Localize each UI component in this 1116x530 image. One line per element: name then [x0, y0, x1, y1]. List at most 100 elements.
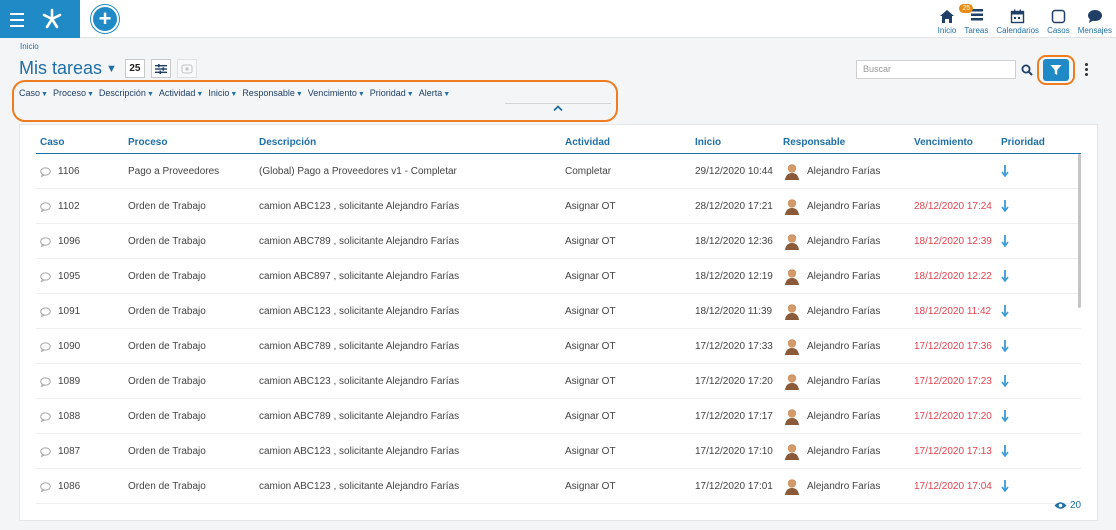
- comment-icon[interactable]: [40, 201, 51, 212]
- activity-cell: Completar: [565, 166, 612, 177]
- case-number: 1096: [58, 236, 81, 247]
- breadcrumb[interactable]: Inicio: [20, 42, 39, 51]
- due-cell: 17/12/2020 17:13: [914, 446, 992, 457]
- comment-icon[interactable]: [40, 411, 51, 422]
- filter-caso[interactable]: Caso▼: [19, 88, 48, 98]
- menu-icon[interactable]: [10, 9, 26, 29]
- filter-descripcion[interactable]: Descripción▼: [99, 88, 154, 98]
- responsible-cell: Alejandro Farías: [783, 372, 880, 390]
- settings-button[interactable]: [150, 59, 171, 78]
- filter-proceso[interactable]: Proceso▼: [53, 88, 94, 98]
- column-header-prioridad[interactable]: Prioridad: [1001, 137, 1045, 148]
- arrow-down-icon: [1001, 165, 1009, 178]
- start-cell: 17/12/2020 17:10: [695, 446, 773, 457]
- filter-bar-highlight: [12, 80, 618, 122]
- case-cell: 1096: [40, 236, 80, 247]
- chevron-down-icon: ▼: [406, 91, 414, 98]
- filter-label: Proceso: [52, 88, 86, 98]
- add-button[interactable]: +: [91, 5, 119, 33]
- table-row[interactable]: 1090 Orden de Trabajo camion ABC789 , so…: [36, 329, 1081, 364]
- case-cell: 1089: [40, 376, 80, 387]
- comment-icon[interactable]: [40, 236, 51, 247]
- bulk-action-button[interactable]: [176, 59, 197, 78]
- case-cell: 1086: [40, 481, 80, 492]
- filter-inicio[interactable]: Inicio▼: [208, 88, 237, 98]
- filter-prioridad[interactable]: Prioridad▼: [370, 88, 414, 98]
- nav-label: Tareas: [964, 26, 989, 35]
- responsible-cell: Alejandro Farías: [783, 197, 880, 215]
- arrow-down-icon: [1001, 200, 1009, 213]
- nav-mensajes[interactable]: Mensajes: [1074, 0, 1116, 36]
- case-number: 1087: [58, 446, 81, 457]
- filter-alerta[interactable]: Alerta▼: [419, 88, 450, 98]
- case-cell: 1087: [40, 446, 80, 457]
- filter-responsable[interactable]: Responsable▼: [242, 88, 302, 98]
- comment-icon[interactable]: [40, 481, 51, 492]
- filter-button[interactable]: [1043, 59, 1069, 81]
- responsible-name: Alejandro Farías: [807, 340, 881, 352]
- avatar: [785, 164, 799, 180]
- priority-cell: [1001, 374, 1009, 390]
- comment-icon[interactable]: [40, 376, 51, 387]
- start-cell: 18/12/2020 12:36: [695, 236, 773, 247]
- search-button[interactable]: [1017, 60, 1037, 79]
- comment-icon[interactable]: [40, 306, 51, 317]
- tasks-grid-panel: Caso Proceso Descripción Actividad Inici…: [19, 124, 1098, 521]
- priority-cell: [1001, 444, 1009, 460]
- chevron-up-icon[interactable]: [552, 103, 564, 113]
- nav-calendarios[interactable]: Calendarios: [992, 0, 1043, 36]
- table-row[interactable]: 1096 Orden de Trabajo camion ABC789 , so…: [36, 224, 1081, 259]
- table-row[interactable]: 1089 Orden de Trabajo camion ABC123 , so…: [36, 364, 1081, 399]
- responsible-cell: Alejandro Farías: [783, 302, 880, 320]
- column-header-actividad[interactable]: Actividad: [565, 137, 610, 148]
- chevron-down-icon[interactable]: ▼: [106, 63, 117, 75]
- column-header-proceso[interactable]: Proceso: [128, 137, 167, 148]
- comment-icon[interactable]: [40, 166, 51, 177]
- page-title[interactable]: Mis tareas: [19, 58, 102, 79]
- comment-icon[interactable]: [40, 341, 51, 352]
- nav-casos[interactable]: Casos: [1043, 0, 1074, 36]
- priority-cell: [1001, 269, 1009, 285]
- filter-actividad[interactable]: Actividad▼: [159, 88, 203, 98]
- process-cell: Orden de Trabajo: [128, 236, 206, 247]
- avatar: [785, 339, 799, 355]
- case-number: 1106: [58, 166, 80, 177]
- more-options-button[interactable]: [1080, 60, 1092, 79]
- comment-icon[interactable]: [40, 271, 51, 282]
- start-cell: 18/12/2020 11:39: [695, 306, 773, 317]
- column-header-responsable[interactable]: Responsable: [783, 137, 845, 148]
- column-header-inicio[interactable]: Inicio: [695, 137, 721, 148]
- chevron-down-icon: ▼: [295, 91, 303, 98]
- filter-vencimiento[interactable]: Vencimiento▼: [308, 88, 365, 98]
- table-row[interactable]: 1086 Orden de Trabajo camion ABC123 , so…: [36, 469, 1081, 504]
- table-row[interactable]: 1087 Orden de Trabajo camion ABC123 , so…: [36, 434, 1081, 469]
- nav-inicio[interactable]: Inicio: [934, 0, 961, 36]
- due-cell: 28/12/2020 17:24: [914, 201, 992, 212]
- column-header-vencimiento[interactable]: Vencimiento: [914, 137, 973, 148]
- process-cell: Orden de Trabajo: [128, 306, 206, 317]
- column-header-caso[interactable]: Caso: [40, 137, 64, 148]
- table-row[interactable]: 1091 Orden de Trabajo camion ABC123 , so…: [36, 294, 1081, 329]
- home-icon: [940, 10, 954, 23]
- comment-icon[interactable]: [40, 446, 51, 457]
- grid-scrollbar[interactable]: [1078, 154, 1081, 308]
- activity-cell: Asignar OT: [565, 411, 616, 422]
- process-cell: Orden de Trabajo: [128, 376, 206, 387]
- table-row[interactable]: 1106 Pago a Proveedores (Global) Pago a …: [36, 154, 1081, 189]
- table-row[interactable]: 1088 Orden de Trabajo camion ABC789 , so…: [36, 399, 1081, 434]
- description-cell: camion ABC123 , solicitante Alejandro Fa…: [259, 376, 460, 387]
- responsible-cell: Alejandro Farías: [783, 477, 880, 495]
- start-cell: 17/12/2020 17:01: [695, 481, 773, 492]
- nav-tareas[interactable]: 25 Tareas: [959, 0, 992, 36]
- responsible-name: Alejandro Farías: [807, 235, 881, 247]
- table-row[interactable]: 1095 Orden de Trabajo camion ABC897 , so…: [36, 259, 1081, 294]
- table-row[interactable]: 1102 Orden de Trabajo camion ABC123 , so…: [36, 189, 1081, 224]
- page-size-box[interactable]: 25: [124, 59, 145, 78]
- column-header-descripcion[interactable]: Descripción: [259, 137, 316, 148]
- case-cell: 1088: [40, 411, 80, 422]
- tasks-icon-wrap: 25: [959, 4, 985, 26]
- chevron-down-icon: ▼: [230, 91, 238, 98]
- logo-icon[interactable]: [38, 7, 66, 31]
- search-input[interactable]: Buscar: [856, 60, 1016, 79]
- title-row: Mis tareas ▼ 25: [19, 58, 203, 79]
